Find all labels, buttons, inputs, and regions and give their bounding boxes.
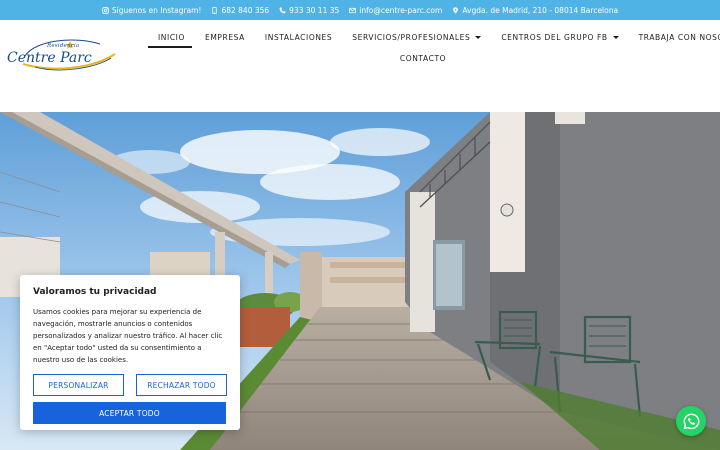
main-navigation: INICIO EMPRESA INSTALACIONES SERVICIOS/P… xyxy=(148,28,720,67)
logo-small-text: Residencia xyxy=(47,43,80,49)
nav-inicio-label: INICIO xyxy=(158,32,185,42)
nav-instalaciones[interactable]: INSTALACIONES xyxy=(255,28,342,46)
whatsapp-icon xyxy=(682,413,699,430)
map-pin-icon xyxy=(453,6,459,14)
cookie-description: Usamos cookies para mejorar su experienc… xyxy=(33,308,223,364)
site-logo[interactable]: Residencia Centre Parc xyxy=(5,34,120,74)
nav-trabaja-label: TRABAJA CON NOSOTROS xyxy=(638,32,720,42)
envelope-icon xyxy=(349,7,357,13)
whatsapp-button[interactable] xyxy=(676,406,706,436)
active-nav-underline xyxy=(148,46,192,48)
nav-contacto[interactable]: CONTACTO xyxy=(390,49,456,67)
phone-icon xyxy=(279,7,286,13)
address-link[interactable]: Avgda. de Madrid, 210 - 08014 Barcelona xyxy=(452,6,618,15)
reject-all-button[interactable]: RECHAZAR TODO xyxy=(136,374,227,396)
instagram-text: Síguenos en Instagram! xyxy=(111,5,202,15)
nav-empresa[interactable]: EMPRESA xyxy=(195,28,255,46)
email-text: info@centre-parc.com xyxy=(359,5,443,15)
phone-text: 933 30 11 35 xyxy=(289,5,340,15)
nav-inicio[interactable]: INICIO xyxy=(148,28,195,46)
nav-servicios-label: SERVICIOS/PROFESIONALES xyxy=(352,32,471,42)
nav-instalaciones-label: INSTALACIONES xyxy=(264,32,333,42)
nav-servicios[interactable]: SERVICIOS/PROFESIONALES xyxy=(342,28,491,46)
mobile-icon xyxy=(212,6,218,14)
site-header: Residencia Centre Parc INICIO EMPRESA IN… xyxy=(0,20,720,112)
mobile-link[interactable]: 682 840 356 xyxy=(211,6,269,15)
personalize-button[interactable]: PERSONALIZAR xyxy=(33,374,124,396)
address-text: Avgda. de Madrid, 210 - 08014 Barcelona xyxy=(462,5,619,15)
logo-main-text: Centre Parc xyxy=(7,50,92,66)
nav-centros-label: CENTROS DEL GRUPO FB xyxy=(501,32,608,42)
email-link[interactable]: info@centre-parc.com xyxy=(349,6,442,15)
nav-trabaja[interactable]: TRABAJA CON NOSOTROS xyxy=(629,28,720,46)
top-info-bar: Síguenos en Instagram! 682 840 356 933 3… xyxy=(0,0,720,20)
instagram-icon xyxy=(102,6,109,14)
mobile-text: 682 840 356 xyxy=(221,5,270,15)
cookie-consent-panel: Valoramos tu privacidad Usamos cookies p… xyxy=(20,275,240,430)
nav-centros[interactable]: CENTROS DEL GRUPO FB xyxy=(491,28,628,46)
instagram-link[interactable]: Síguenos en Instagram! xyxy=(102,5,202,15)
chevron-down-icon xyxy=(612,35,619,39)
cookie-title: Valoramos tu privacidad xyxy=(33,287,157,297)
nav-empresa-label: EMPRESA xyxy=(205,32,245,42)
accept-all-button[interactable]: ACEPTAR TODO xyxy=(33,402,226,424)
phone-link[interactable]: 933 30 11 35 xyxy=(279,6,339,15)
chevron-down-icon xyxy=(475,35,482,39)
nav-contacto-label: CONTACTO xyxy=(399,53,447,63)
